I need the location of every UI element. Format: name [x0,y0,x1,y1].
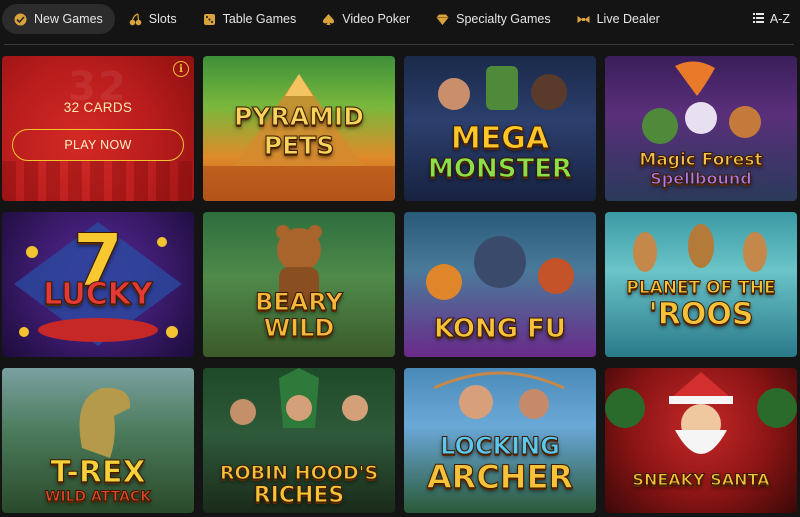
game-logo: Planet of the 'Roos [626,278,776,332]
sort-az-button[interactable]: A-Z [752,4,790,34]
game-grid: 32 i 32 CARDS PLAY NOW Pyramid Pets Mega… [2,56,797,513]
game-logo: T-Rex Wild Attack [44,455,152,505]
game-logo: Sneaky Santa [632,470,770,489]
game-logo-secondary: Lucky [43,277,153,312]
nav-label: Video Poker [342,12,411,26]
game-tile-planet-of-the-roos[interactable]: Planet of the 'Roos [605,212,797,357]
game-tile-robin-hoods-riches[interactable]: Robin Hood's Riches [203,368,395,513]
game-logo: Kong Fu [433,314,567,344]
list-icon [752,12,764,26]
game-logo: Pyramid Pets [234,102,365,160]
new-games-icon [14,13,27,26]
info-icon[interactable]: i [173,61,189,77]
game-tile-magic-forest[interactable]: Magic Forest Spellbound [605,56,797,201]
bowtie-icon [577,13,590,26]
cherries-icon [129,12,142,26]
game-tile-mega-monster[interactable]: Mega Monster [404,56,596,201]
nav-specialty-games[interactable]: Specialty Games [424,4,562,34]
santa-art [605,372,797,454]
promo-chips-decoration [2,161,194,201]
game-tile-pyramid-pets[interactable]: Pyramid Pets [203,56,395,201]
nav-label: New Games [34,12,103,26]
game-logo: Magic Forest Spellbound [639,150,763,188]
game-logo: Locking Archer [426,432,574,496]
spade-icon [322,13,335,26]
game-tile-lucky-7[interactable]: 7 Lucky [2,212,194,357]
nav-label: Specialty Games [456,12,551,26]
game-tile-locking-archer[interactable]: Locking Archer [404,368,596,513]
category-nav: New Games Slots Table Games Video Poker … [0,0,800,38]
nav-video-poker[interactable]: Video Poker [310,4,422,34]
game-tile-kong-fu[interactable]: Kong Fu [404,212,596,357]
game-tile-beary-wild[interactable]: Beary Wild [203,212,395,357]
diamond-icon [436,13,449,26]
game-tile-sneaky-santa[interactable]: Sneaky Santa [605,368,797,513]
sort-az-label: A-Z [769,12,790,26]
nav-slots[interactable]: Slots [117,4,189,34]
nav-live-dealer[interactable]: Live Dealer [565,4,672,34]
nav-table-games[interactable]: Table Games [191,4,309,34]
nav-new-games[interactable]: New Games [2,4,115,34]
nav-label: Table Games [222,12,297,26]
promo-cards-label: 32 CARDS [63,100,133,115]
promo-tile[interactable]: 32 i 32 CARDS PLAY NOW [2,56,194,201]
game-logo: Robin Hood's Riches [219,462,379,508]
game-tile-t-rex-wild-attack[interactable]: T-Rex Wild Attack [2,368,194,513]
game-logo: Beary Wild [255,288,344,342]
game-logo: Mega Monster [428,121,573,184]
dice-icon [203,13,216,26]
nav-divider [4,44,794,45]
nav-label: Slots [148,12,177,26]
play-now-button[interactable]: PLAY NOW [12,129,184,161]
nav-label: Live Dealer [596,12,660,26]
